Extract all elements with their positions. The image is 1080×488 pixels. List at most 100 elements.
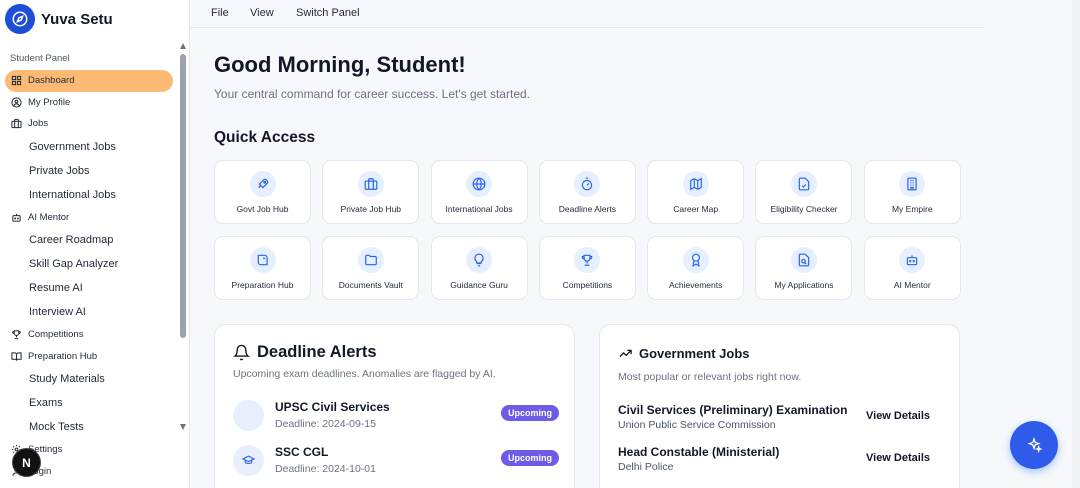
- view-details-link[interactable]: View Details: [866, 410, 930, 422]
- tile-label: My Empire: [891, 203, 933, 214]
- sidebar-item-international-jobs[interactable]: International Jobs: [0, 183, 180, 207]
- deadline-alerts-title: Deadline Alerts: [257, 343, 377, 361]
- tile-label: Competitions: [562, 279, 613, 290]
- sidebar-item-label: AI Mentor: [28, 211, 70, 223]
- sparkles-icon: [1026, 437, 1042, 453]
- sidebar-item-dashboard[interactable]: Dashboard: [5, 70, 173, 92]
- deadline-row[interactable]: UPSC Civil Services Deadline: 2024-09-15…: [233, 400, 559, 434]
- sidebar-item-government-jobs[interactable]: Government Jobs: [0, 135, 180, 159]
- sidebar-item-label: Competitions: [28, 329, 84, 341]
- building-icon: [899, 170, 926, 197]
- tile-private-job-hub[interactable]: Private Job Hub: [322, 160, 420, 224]
- timer-icon: [574, 170, 601, 197]
- tile-guidance-guru[interactable]: Guidance Guru: [430, 236, 528, 300]
- scroll-down-arrow-icon[interactable]: [180, 424, 186, 430]
- tile-label: International Jobs: [445, 203, 513, 214]
- menu-view[interactable]: View: [250, 7, 274, 19]
- user-circle-icon: [10, 96, 22, 108]
- government-jobs-card: Government Jobs Most popular or relevant…: [599, 324, 960, 488]
- sidebar-item-my-profile[interactable]: My Profile: [0, 92, 180, 114]
- sidebar-item-preparation-hub[interactable]: Preparation Hub: [0, 346, 180, 368]
- page-subtitle: Your central command for career success.…: [214, 87, 530, 101]
- sidebar-item-skill-gap-analyzer[interactable]: Skill Gap Analyzer: [0, 252, 180, 276]
- quick-access-title: Quick Access: [214, 129, 316, 146]
- government-jobs-title: Government Jobs: [639, 346, 750, 361]
- sidebar: Yuva Setu Student Panel Dashboard My Pro…: [0, 0, 190, 488]
- ai-assistant-button[interactable]: [1010, 421, 1058, 469]
- tile-label: Preparation Hub: [231, 279, 294, 290]
- job-row: Head Constable (Ministerial) Delhi Polic…: [618, 445, 938, 479]
- tile-my-applications[interactable]: My Applications: [755, 236, 853, 300]
- compass-icon: [5, 4, 35, 34]
- tile-label: Achievements: [668, 279, 723, 290]
- tile-label: Guidance Guru: [450, 279, 508, 290]
- book-open-icon: [10, 350, 22, 362]
- deadline-alerts-subtitle: Upcoming exam deadlines. Anomalies are f…: [233, 368, 496, 380]
- tile-eligibility-checker[interactable]: Eligibility Checker: [755, 160, 853, 224]
- tile-label: Eligibility Checker: [770, 203, 838, 214]
- award-icon: [682, 246, 709, 273]
- sidebar-item-interview-ai[interactable]: Interview AI: [0, 300, 180, 324]
- brand[interactable]: Yuva Setu: [5, 4, 113, 34]
- trophy-icon: [574, 246, 601, 273]
- sidebar-item-ai-mentor[interactable]: AI Mentor: [0, 207, 180, 229]
- folder-icon: [357, 246, 384, 273]
- menu-bar: File View Switch Panel: [190, 0, 985, 28]
- sidebar-item-label: Jobs: [28, 118, 49, 130]
- tile-label: Documents Vault: [338, 279, 403, 290]
- sidebar-item-private-jobs[interactable]: Private Jobs: [0, 159, 180, 183]
- tile-govt-job-hub[interactable]: Govt Job Hub: [214, 160, 311, 224]
- grid-icon: [10, 75, 22, 87]
- trophy-icon: [10, 329, 22, 341]
- deadline-alerts-card: Deadline Alerts Upcoming exam deadlines.…: [214, 324, 575, 488]
- sidebar-item-study-materials[interactable]: Study Materials: [0, 367, 180, 391]
- panel-label: Student Panel: [10, 53, 70, 64]
- sidebar-nav: Dashboard My Profile Jobs Government Job…: [0, 70, 180, 482]
- exam-deadline: Deadline: 2024-09-15: [275, 418, 376, 430]
- deadline-alerts-heading: Deadline Alerts: [233, 343, 377, 362]
- sidebar-item-label: Preparation Hub: [28, 350, 98, 362]
- sidebar-item-label: Dashboard: [28, 75, 75, 87]
- tile-deadline-alerts[interactable]: Deadline Alerts: [538, 160, 636, 224]
- tile-label: Deadline Alerts: [558, 203, 616, 214]
- exam-deadline: Deadline: 2024-10-01: [275, 463, 376, 475]
- sidebar-item-career-roadmap[interactable]: Career Roadmap: [0, 228, 180, 252]
- exam-name: UPSC Civil Services: [275, 400, 390, 414]
- tile-career-map[interactable]: Career Map: [647, 160, 745, 224]
- job-org: Delhi Police: [618, 461, 674, 473]
- deadline-row[interactable]: SSC CGL Deadline: 2024-10-01 Upcoming: [233, 445, 559, 479]
- tile-my-empire[interactable]: My Empire: [863, 160, 961, 224]
- menu-file[interactable]: File: [211, 7, 229, 19]
- rocket-icon: [249, 170, 276, 197]
- tile-ai-mentor[interactable]: AI Mentor: [863, 236, 961, 300]
- government-jobs-heading: Government Jobs: [618, 346, 750, 361]
- tile-competitions[interactable]: Competitions: [538, 236, 636, 300]
- government-jobs-subtitle: Most popular or relevant jobs right now.: [618, 371, 802, 383]
- sidebar-item-exams[interactable]: Exams: [0, 391, 180, 415]
- sidebar-item-jobs[interactable]: Jobs: [0, 113, 180, 135]
- sidebar-item-mock-tests[interactable]: Mock Tests: [0, 415, 180, 439]
- brand-name: Yuva Setu: [41, 10, 113, 28]
- view-details-link[interactable]: View Details: [866, 452, 930, 464]
- tile-documents-vault[interactable]: Documents Vault: [322, 236, 420, 300]
- sidebar-item-resume-ai[interactable]: Resume AI: [0, 276, 180, 300]
- bell-icon: [233, 344, 250, 361]
- page-scrollbar[interactable]: [1072, 0, 1080, 488]
- tile-preparation-hub[interactable]: Preparation Hub: [214, 236, 311, 300]
- lightbulb-icon: [466, 246, 493, 273]
- bot-icon: [10, 211, 22, 223]
- briefcase-icon: [357, 170, 384, 197]
- map-icon: [682, 170, 709, 197]
- bot-icon: [899, 246, 926, 273]
- status-badge: Upcoming: [501, 450, 559, 466]
- sidebar-scrollbar-thumb[interactable]: [180, 54, 186, 338]
- sidebar-item-competitions[interactable]: Competitions: [0, 324, 180, 346]
- job-row: Civil Services (Preliminary) Examination…: [618, 403, 938, 437]
- tile-international-jobs[interactable]: International Jobs: [430, 160, 528, 224]
- tile-achievements[interactable]: Achievements: [647, 236, 745, 300]
- menu-switch-panel[interactable]: Switch Panel: [296, 7, 360, 19]
- tile-label: Career Map: [673, 203, 719, 214]
- scroll-up-arrow-icon[interactable]: [180, 43, 186, 49]
- job-org: Union Public Service Commission: [618, 419, 776, 431]
- avatar[interactable]: N: [12, 448, 41, 477]
